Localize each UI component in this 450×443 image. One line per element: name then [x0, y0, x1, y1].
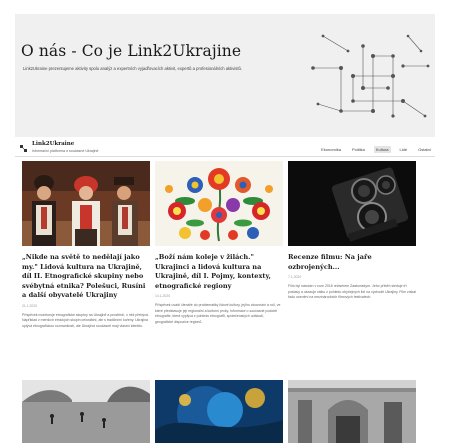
article-excerpt: Příspěvek uvádí čtenáře do problematiky …	[155, 303, 281, 324]
article-title[interactable]: Recenze filmu: Na jaře ozbrojených...	[288, 253, 416, 272]
logo-icon[interactable]	[20, 145, 27, 152]
site-tagline: Informační platforma o současné Ukrajině	[32, 149, 99, 153]
site-logo-text[interactable]: Link2Ukraine	[32, 141, 74, 147]
article-date: 14.1.2020	[155, 294, 171, 299]
menu-item-lide[interactable]: Lidé	[398, 146, 410, 153]
article-card[interactable]: Recenze filmu: Na jaře ozbrojených... 7.…	[288, 161, 416, 300]
page-subtitle: Link2Ukraine prezentujeme aktivity spolu…	[23, 66, 243, 71]
menu-item-ostatni[interactable]: Ostatní	[416, 146, 433, 153]
article-image-folk-costumes[interactable]	[22, 161, 150, 246]
article-image-football-field[interactable]	[22, 380, 150, 443]
article-image-camera[interactable]	[288, 161, 416, 246]
network-graph-illustration	[311, 34, 430, 118]
article-date: 21.1.2020	[22, 303, 38, 308]
article-title[interactable]: „Boží nám koleje v žilách." Ukrajinci a …	[155, 253, 283, 291]
menu-item-politika[interactable]: Politika	[350, 146, 367, 153]
article-image-building[interactable]	[288, 380, 416, 443]
article-excerpt: Příspěvek monitoruje etnografické skupin…	[22, 312, 149, 328]
article-card[interactable]: „Boží nám koleje v žilách." Ukrajinci a …	[155, 161, 283, 325]
article-card[interactable]: „Nikde na světě to nedělají jako my." Li…	[22, 161, 150, 329]
article-title[interactable]: „Nikde na světě to nedělají jako my." Li…	[22, 253, 150, 301]
menu-item-ekonomika[interactable]: Ekonomika	[319, 146, 343, 153]
article-image-abstract-blue[interactable]	[155, 380, 283, 443]
hero-banner: O nás - Co je Link2Ukrajine Link2Ukraine…	[15, 14, 435, 137]
article-image-folk-painting[interactable]	[155, 161, 283, 246]
site-header: Link2Ukraine Informační platforma o souč…	[15, 141, 435, 157]
article-date: 7.1.2020	[288, 275, 302, 280]
page-title: O nás - Co je Link2Ukrajine	[21, 42, 242, 60]
main-menu: Ekonomika Politika Kultura Lidé Ostatní	[319, 146, 433, 153]
article-excerpt: Film byl natočen v roce 2016 režisérem Z…	[288, 284, 416, 299]
menu-item-kultura[interactable]: Kultura	[373, 146, 391, 153]
